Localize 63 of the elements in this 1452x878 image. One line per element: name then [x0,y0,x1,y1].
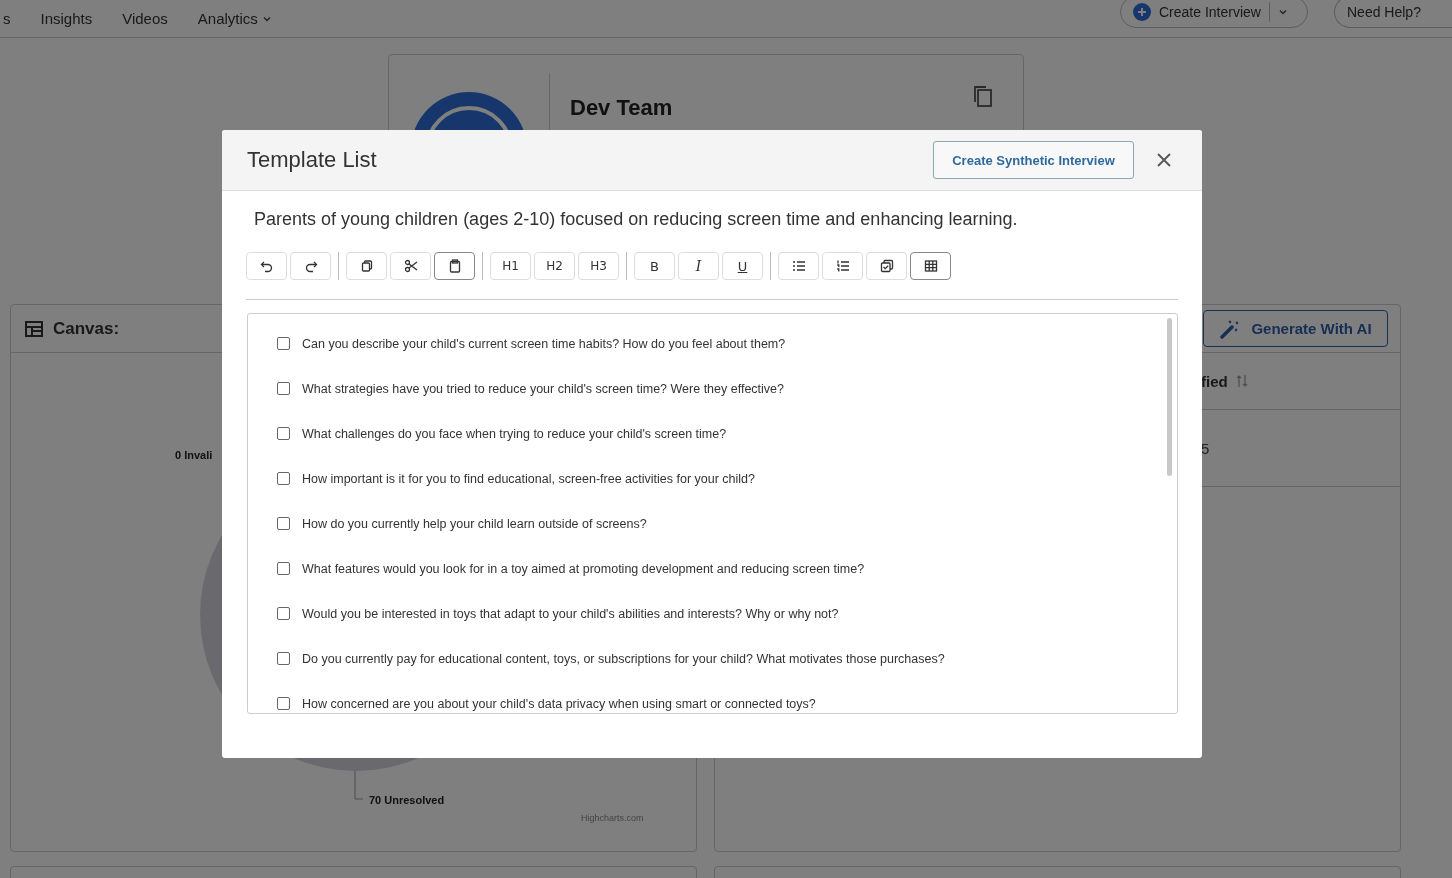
redo-icon [303,259,318,273]
dropdown-icon [1277,7,1288,17]
question-text: Do you currently pay for educational content, toys, or subscriptions for your child? What motivates those purchases? [302,651,945,666]
bullets-icon [791,259,806,273]
question-text: What features would you look for in a toy aimed at promoting development and reducing screen time? [302,561,865,576]
question-text: What challenges do you face when trying to reduce your child's screen time? [302,426,727,441]
checkbox[interactable] [277,472,290,485]
checkbox[interactable] [277,562,290,575]
checkbox[interactable] [277,697,290,710]
bullets-button[interactable] [778,252,819,280]
undo-button[interactable] [246,252,287,280]
bold-button[interactable]: B [634,252,675,280]
layout-icon [25,320,43,337]
checkbox[interactable] [277,607,290,620]
undo-icon [259,259,274,273]
table-cell: 5 [1201,439,1210,457]
question-text: How do you currently help your child learn outside of screens? [302,516,647,531]
question-text: Would you be interested in toys that adapt to your child's abilities and interests? Why or why not? [302,606,839,621]
text-button[interactable]: H1 [490,252,531,280]
create-interview-button[interactable]: Create Interview [1120,0,1308,28]
numbers-button[interactable] [822,252,863,280]
template-description: Parents of young children (ages 2-10) focused on reducing screen time and enhancing learning. [254,209,1019,230]
redo-button[interactable] [290,252,331,280]
numbers-icon [835,259,850,273]
pie-label: 0 Invali [175,449,213,461]
checkbox[interactable] [277,652,290,665]
nav-tab[interactable]: Analytics [182,10,287,27]
card-title: Canvas: [53,318,120,339]
text-button[interactable]: H2 [534,252,575,280]
scrollbar-thumb[interactable] [1167,318,1172,476]
pie-label: 70 Unresolved [369,794,445,806]
modal-title: Template List [247,147,378,173]
underline-button[interactable]: U [722,252,763,280]
checkbox[interactable] [277,517,290,530]
checklist-button[interactable] [866,252,907,280]
team-name: Dev Team [570,95,673,121]
nav-tab[interactable]: Videos [107,10,183,27]
paste-button[interactable] [434,252,475,280]
help-button[interactable]: Need Help? [1334,0,1452,28]
question-text: How important is it for you to find educational, screen-free activities for your child? [302,471,755,486]
generate-ai-button[interactable]: Generate With AI [1203,310,1388,347]
table-icon [923,259,938,273]
nav-tab[interactable]: s [0,10,26,27]
paste-icon [447,259,462,273]
text-button[interactable]: H3 [578,252,619,280]
cut-button[interactable] [390,252,431,280]
question-text: How concerned are you about your child's data privacy when using smart or connected toys? [302,696,816,711]
column-header[interactable]: fied [1201,372,1228,390]
create-synthetic-interview-button[interactable]: Create Synthetic Interview [933,141,1134,179]
copy-button[interactable] [346,252,387,280]
checkbox[interactable] [277,337,290,350]
plus-icon [1133,3,1151,21]
table-button[interactable] [910,252,951,280]
italic-button[interactable]: I [678,252,719,280]
question-text: What strategies have you tried to reduce your child's screen time? Were they effective? [302,381,785,396]
cut-icon [403,259,418,273]
question-text: Can you describe your child's current screen time habits? How do you feel about them? [302,336,786,351]
nav-tab[interactable]: Insights [25,10,108,27]
checkbox[interactable] [277,427,290,440]
checkbox[interactable] [277,382,290,395]
copy-icon[interactable] [973,85,993,107]
checklist-icon [879,259,894,273]
copy-icon [359,259,374,273]
